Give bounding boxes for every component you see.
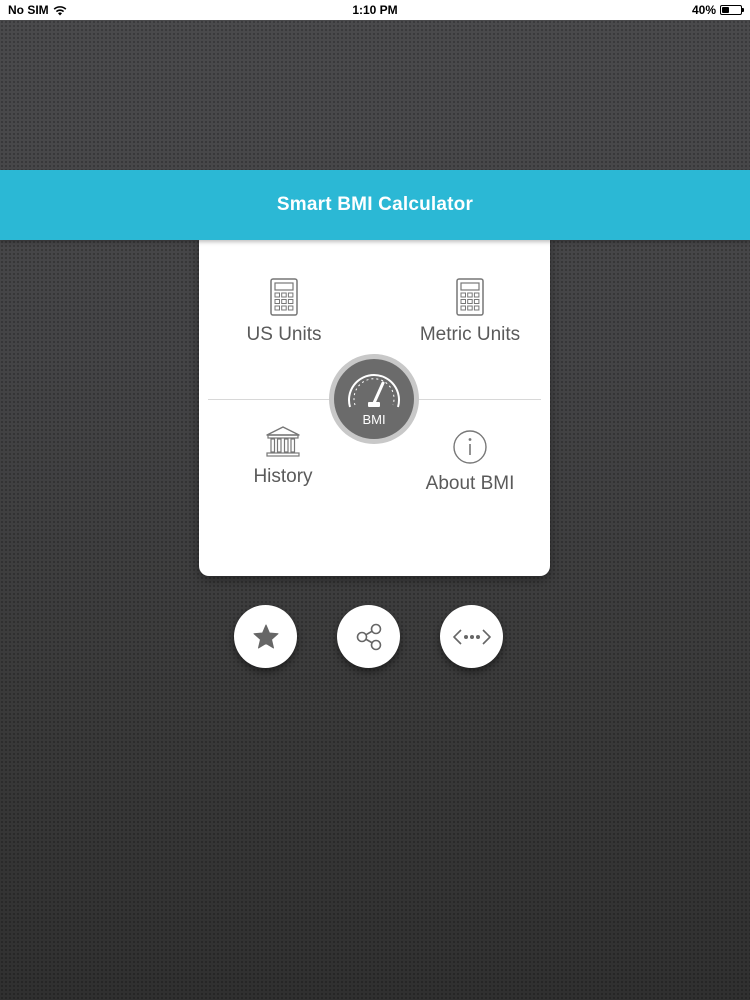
bmi-badge[interactable]: BMI (329, 354, 419, 444)
bmi-badge-inner: BMI (334, 359, 414, 439)
share-icon (356, 623, 381, 650)
title-bar: Smart BMI Calculator (0, 170, 750, 240)
history-label: History (253, 466, 313, 487)
bank-icon (266, 426, 300, 457)
share-button[interactable] (337, 605, 400, 668)
metric-units-label: Metric Units (419, 324, 521, 345)
status-bar: No SIM 1:10 PM 40% (0, 0, 750, 20)
star-icon (253, 624, 278, 648)
metric-units-button[interactable]: Metric Units (405, 278, 535, 346)
about-bmi-label: About BMI (425, 473, 515, 494)
gauge-icon (348, 374, 400, 408)
app-title: Smart BMI Calculator (276, 194, 474, 215)
more-button[interactable] (440, 605, 503, 668)
favorite-button[interactable] (234, 605, 297, 668)
us-units-label: US Units (246, 324, 322, 345)
battery-percent: 40% (691, 3, 716, 17)
bmi-badge-label: BMI (362, 412, 386, 427)
more-icon (452, 628, 491, 645)
status-right: 40% (691, 3, 744, 17)
battery-icon (720, 5, 744, 15)
status-time: 1:10 PM (352, 3, 398, 17)
battery-fill (722, 7, 729, 13)
action-row (0, 605, 750, 669)
info-icon (453, 430, 487, 464)
calculator-icon (456, 278, 484, 316)
calculator-icon (270, 278, 298, 316)
us-units-button[interactable]: US Units (234, 278, 334, 346)
about-bmi-button[interactable]: About BMI (410, 429, 530, 495)
menu-card: US Units Metric Units History About BMI … (199, 236, 550, 576)
history-button[interactable]: History (233, 424, 333, 488)
